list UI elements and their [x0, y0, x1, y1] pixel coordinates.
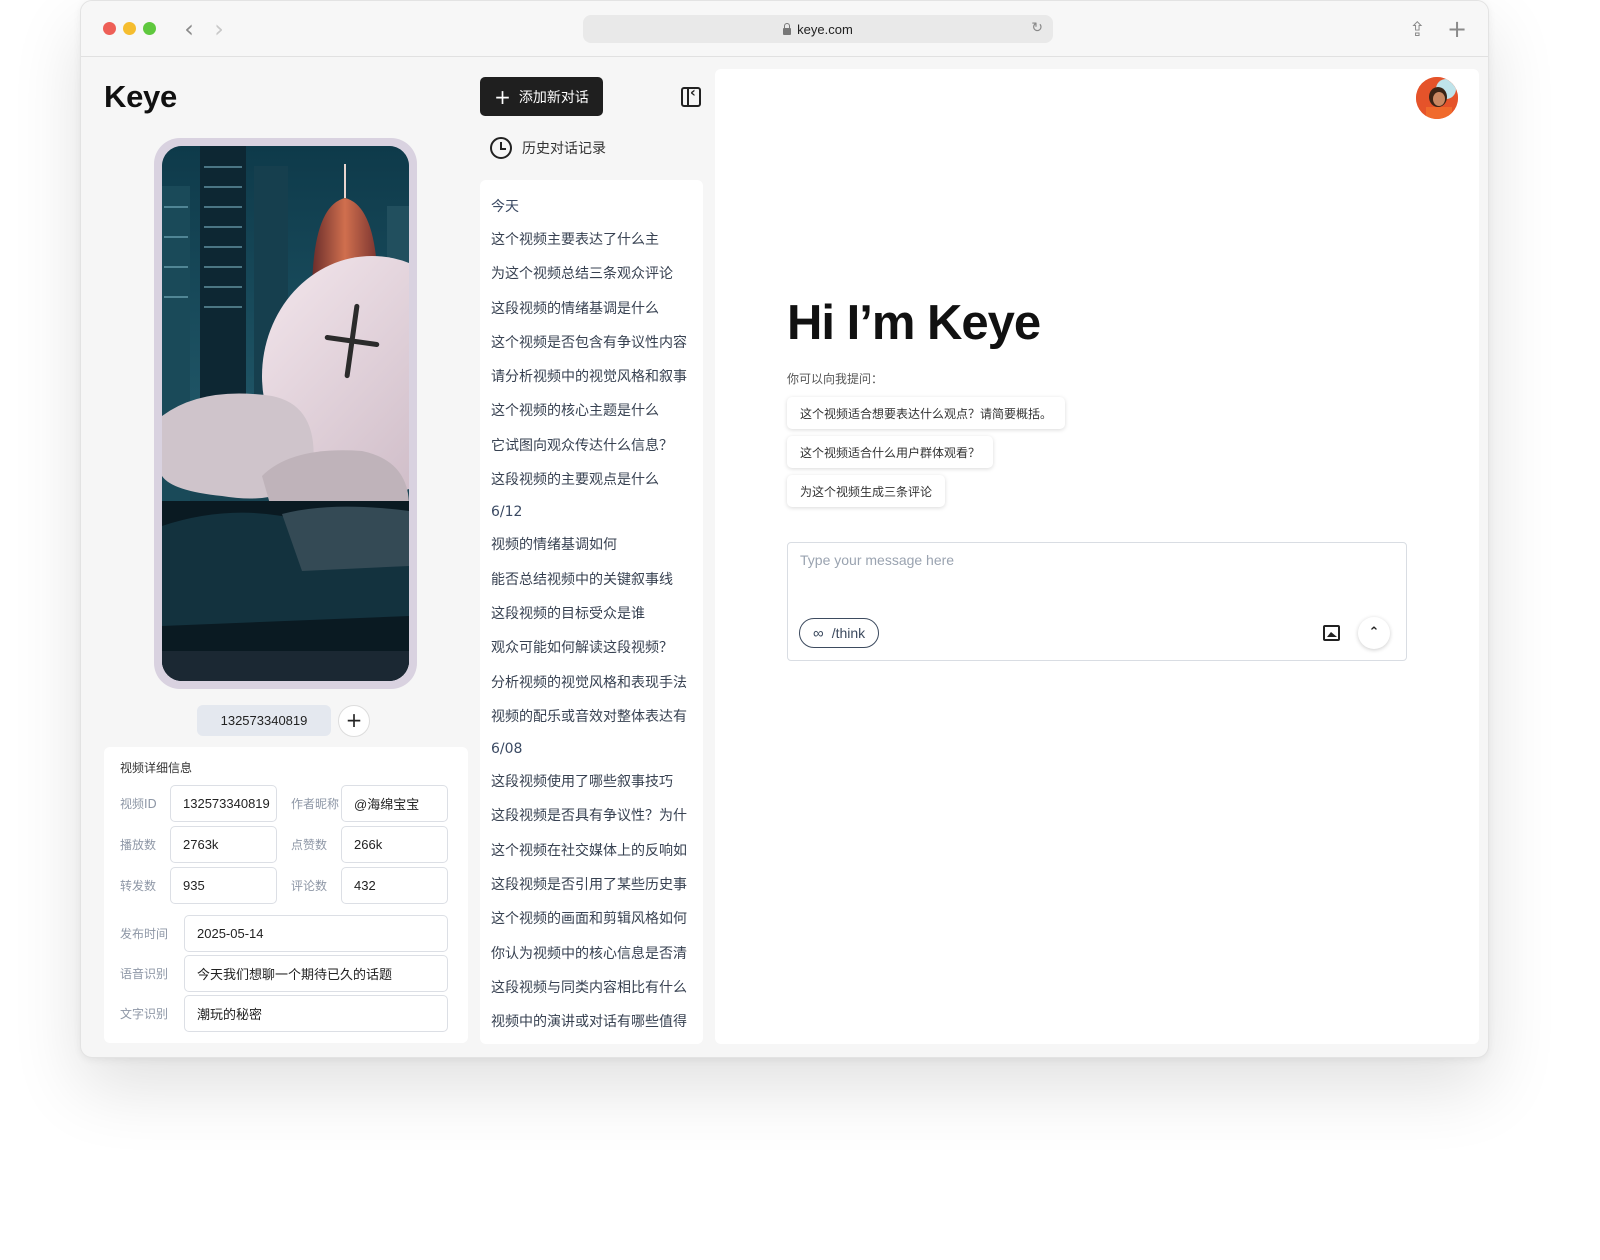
history-item[interactable]: 这段视频与同类内容相比有什么 [491, 971, 692, 1005]
video-id-chip[interactable]: 132573340819 [197, 705, 331, 736]
history-item[interactable]: 请分析视频中的视觉风格和叙事 [491, 360, 692, 394]
history-item[interactable]: 这段视频的情绪基调是什么 [491, 292, 692, 326]
new-chat-button[interactable]: + 添加新对话 [480, 77, 603, 116]
close-window-button[interactable] [103, 22, 116, 35]
history-item[interactable]: 这段视频是否引用了某些历史事 [491, 868, 692, 902]
video-details-panel: 视频详细信息 视频ID 132573340819 作者昵称 @海绵宝宝 播放数 … [104, 747, 468, 1043]
think-label: /think [831, 625, 866, 641]
app-logo: Keye [104, 79, 177, 114]
history-item[interactable]: 这个视频的核心主题是什么 [491, 394, 692, 428]
chevron-up-icon: ⌃ [1368, 625, 1380, 640]
video-id-label: 视频ID [120, 797, 157, 811]
publish-label: 发布时间 [120, 927, 169, 941]
history-item[interactable]: 视频的情绪基调如何 [491, 528, 692, 562]
add-video-button[interactable]: + [338, 705, 370, 737]
history-item[interactable]: 能否总结视频中的关键叙事线 [491, 563, 692, 597]
asr-label: 语音识别 [120, 967, 169, 981]
history-item[interactable]: 为这个视频总结三条观众评论 [491, 257, 692, 291]
likes-field[interactable]: 266k [341, 826, 448, 863]
history-item[interactable]: 这段视频的目标受众是谁 [491, 597, 692, 631]
suggestion-chip[interactable]: 为这个视频生成三条评论 [787, 475, 946, 507]
history-item[interactable]: 观众可能如何解读这段视频？ [491, 631, 692, 665]
message-input[interactable]: Type your message here ∞ /think ⌃ [787, 542, 1407, 661]
video-frame [162, 146, 409, 681]
likes-label: 点赞数 [291, 838, 328, 852]
browser-window: ‹ › keye.com ↻ ⇪ + Keye 132573340819 + 视… [80, 0, 1489, 1058]
history-item[interactable]: 这段视频的主要观点是什么 [491, 463, 692, 497]
history-item[interactable]: 视频的配乐或音效对整体表达有 [491, 700, 692, 734]
video-thumbnail [162, 146, 409, 681]
message-placeholder: Type your message here [800, 552, 955, 568]
plays-field[interactable]: 2763k [170, 826, 277, 863]
suggestion-chip[interactable]: 这个视频适合想要表达什么观点？请简要概括。 [787, 397, 1066, 429]
new-chat-label: 添加新对话 [518, 89, 589, 106]
think-toggle-button[interactable]: ∞ /think [799, 618, 880, 648]
chat-main-panel: Hi I’m Keye 你可以向我提问： 这个视频适合想要表达什么观点？请简要概… [715, 69, 1479, 1044]
field-video-id: 视频ID 132573340819 [120, 785, 277, 822]
clock-icon [490, 137, 512, 159]
history-item[interactable]: 这个视频是否包含有争议性内容 [491, 326, 692, 360]
field-publish: 发布时间 2025-05-14 [120, 915, 448, 952]
history-item[interactable]: 你认为视频中的核心信息是否清 [491, 937, 692, 971]
asr-field[interactable]: 今天我们想聊一个期待已久的话题 [184, 955, 448, 992]
history-group-608: 6/08 [491, 741, 523, 758]
plus-icon: + [494, 84, 511, 109]
history-item[interactable]: 它试图向观众传达什么信息？ [491, 429, 692, 463]
history-label: 历史对话记录 [522, 141, 606, 157]
new-tab-icon[interactable]: + [1447, 15, 1467, 43]
publish-field[interactable]: 2025-05-14 [184, 915, 448, 952]
ocr-field[interactable]: 潮玩的秘密 [184, 995, 448, 1032]
history-item[interactable]: 分析视频的视觉风格和表现手法 [491, 666, 692, 700]
history-header[interactable]: 历史对话记录 [490, 137, 606, 159]
comments-field[interactable]: 432 [341, 867, 448, 904]
lock-icon [783, 22, 792, 35]
forward-icon[interactable]: › [207, 15, 231, 43]
shares-label: 转发数 [120, 879, 157, 893]
greeting-title: Hi I’m Keye [787, 296, 1041, 350]
back-icon[interactable]: ‹ [177, 15, 201, 43]
author-field[interactable]: @海绵宝宝 [341, 785, 448, 822]
field-asr: 语音识别 今天我们想聊一个期待已久的话题 [120, 955, 448, 992]
history-group-612: 6/12 [491, 504, 523, 521]
history-list: 今天 这个视频主要表达了什么主 为这个视频总结三条观众评论 这段视频的情绪基调是… [480, 180, 703, 1044]
reload-icon[interactable]: ↻ [1031, 19, 1043, 36]
author-label: 作者昵称 [291, 797, 340, 811]
history-group-today: 今天 [491, 199, 519, 215]
video-id-field[interactable]: 132573340819 [170, 785, 277, 822]
address-bar[interactable]: keye.com ↻ [583, 15, 1053, 43]
history-item[interactable]: 这个视频在社交媒体上的反响如 [491, 834, 692, 868]
plays-label: 播放数 [120, 838, 157, 852]
video-preview[interactable] [154, 138, 417, 689]
url-text: keye.com [797, 21, 853, 37]
minimize-window-button[interactable] [123, 22, 136, 35]
browser-titlebar: ‹ › keye.com ↻ ⇪ + [81, 1, 1488, 57]
infinity-icon: ∞ [813, 624, 824, 642]
comments-label: 评论数 [291, 879, 328, 893]
history-item[interactable]: 这个视频的画面和剪辑风格如何 [491, 902, 692, 936]
maximize-window-button[interactable] [143, 22, 156, 35]
field-comments: 评论数 432 [291, 867, 448, 904]
history-item[interactable]: 这段视频使用了哪些叙事技巧 [491, 765, 692, 799]
history-item[interactable]: 视频中的演讲或对话有哪些值得 [491, 1005, 692, 1039]
suggestion-chip[interactable]: 这个视频适合什么用户群体观看？ [787, 436, 994, 468]
history-item[interactable]: 这段视频是否具有争议性？为什 [491, 799, 692, 833]
field-plays: 播放数 2763k [120, 826, 277, 863]
image-upload-icon[interactable] [1323, 625, 1340, 641]
field-likes: 点赞数 266k [291, 826, 448, 863]
history-item[interactable]: 这个视频主要表达了什么主 [491, 223, 692, 257]
share-icon[interactable]: ⇪ [1409, 15, 1426, 43]
collapse-sidebar-icon[interactable] [681, 85, 701, 107]
avatar-image [1416, 77, 1458, 119]
suggestion-prompt-label: 你可以向我提问： [787, 372, 884, 386]
send-button[interactable]: ⌃ [1358, 617, 1390, 649]
ocr-label: 文字识别 [120, 1007, 169, 1021]
details-title: 视频详细信息 [120, 761, 193, 775]
field-ocr: 文字识别 潮玩的秘密 [120, 995, 448, 1032]
shares-field[interactable]: 935 [170, 867, 277, 904]
field-shares: 转发数 935 [120, 867, 277, 904]
avatar[interactable] [1416, 77, 1458, 119]
field-author: 作者昵称 @海绵宝宝 [291, 785, 448, 822]
